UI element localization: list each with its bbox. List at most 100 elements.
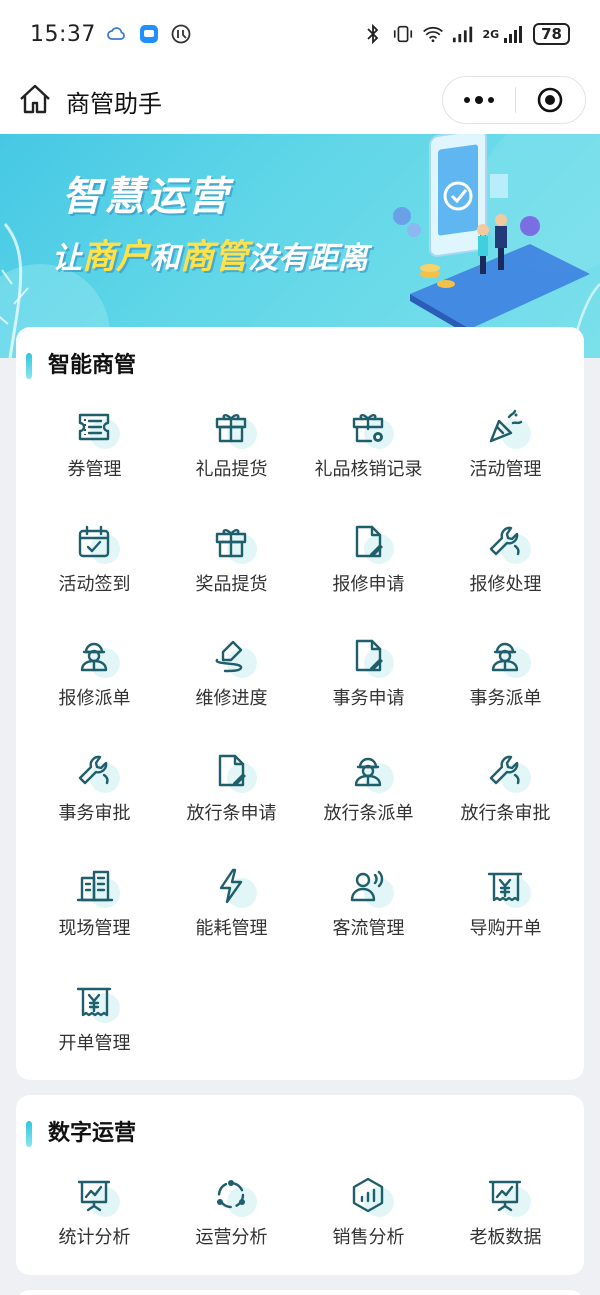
person-voice-icon — [348, 866, 394, 910]
message-app-icon — [138, 23, 160, 45]
function-tile-label: 事务申请 — [332, 688, 405, 710]
function-tile[interactable]: 活动管理 — [437, 399, 574, 509]
promo-banner[interactable]: 智慧运营 让商户和商管没有距离 — [0, 134, 600, 358]
banner-slogan: 让商户和商管没有距离 — [52, 229, 368, 278]
function-tile-label: 活动签到 — [58, 573, 131, 595]
close-mini-program-button[interactable] — [516, 77, 586, 123]
mini-program-capsule — [442, 76, 586, 124]
section-title: 智能商管 — [48, 353, 137, 378]
function-tile-label: 放行条申请 — [186, 803, 277, 825]
function-tile[interactable]: 维修进度 — [163, 628, 300, 738]
function-tile-label: 客流管理 — [332, 917, 405, 939]
function-tile-label: 事务审批 — [58, 803, 131, 825]
section-accent-bar — [26, 353, 32, 379]
function-tile-label: 报修处理 — [469, 573, 542, 595]
function-tile[interactable]: 报修处理 — [437, 514, 574, 624]
function-tile[interactable]: 运营分析 — [163, 1167, 300, 1277]
banner-slogan-highlight: 商户 — [82, 237, 150, 277]
more-dot-icon — [463, 97, 470, 103]
function-tile[interactable]: 报修申请 — [300, 514, 437, 624]
digital-operations-card: 数字运营 统计分析 运营分析 销售分析 老板数据 — [16, 1095, 584, 1275]
function-tile-label: 事务派单 — [469, 688, 542, 710]
coupon-icon — [74, 407, 120, 451]
function-tile-label: 放行条审批 — [460, 803, 551, 825]
function-tile[interactable]: 统计分析 — [26, 1167, 163, 1277]
worker-icon — [348, 751, 394, 795]
function-tile[interactable]: 事务派单 — [437, 628, 574, 738]
banner-slogan-part: 没有距离 — [248, 241, 368, 276]
function-tile[interactable]: 活动签到 — [26, 514, 163, 624]
function-tile[interactable]: 放行条申请 — [163, 743, 300, 853]
phone-illustration — [393, 134, 590, 336]
home-icon[interactable] — [18, 82, 52, 116]
function-tile-label: 奖品提货 — [195, 573, 268, 595]
banner-slogan-part: 和 — [150, 241, 180, 276]
signal-icon — [452, 23, 474, 45]
document-edit-icon — [348, 636, 394, 680]
document-edit-icon — [211, 751, 257, 795]
function-tile-label: 放行条派单 — [323, 803, 414, 825]
function-tile-label: 老板数据 — [469, 1227, 542, 1248]
status-time: 15:37 — [30, 21, 96, 47]
function-tile[interactable]: 放行条审批 — [437, 743, 574, 853]
more-button[interactable] — [443, 77, 515, 123]
wrench-icon — [485, 751, 531, 795]
banner-slogan-highlight: 商管 — [180, 237, 248, 277]
lightning-icon — [211, 866, 257, 910]
party-popper-icon — [485, 407, 531, 451]
worker-icon — [74, 636, 120, 680]
signal-2-icon — [503, 23, 525, 45]
gift-icon — [211, 522, 257, 566]
presentation-chart-icon — [74, 1175, 120, 1219]
function-tile[interactable]: 礼品提货 — [163, 399, 300, 509]
function-tile[interactable]: 事务申请 — [300, 628, 437, 738]
function-tile-label: 运营分析 — [195, 1227, 268, 1248]
worker-icon — [485, 636, 531, 680]
function-tile-label: 销售分析 — [332, 1227, 405, 1248]
cloud-sync-icon — [106, 23, 128, 45]
gift-settings-icon — [348, 407, 394, 451]
function-tile-label: 能耗管理 — [195, 917, 268, 939]
calendar-check-icon — [74, 522, 120, 566]
function-tile[interactable]: 放行条派单 — [300, 743, 437, 853]
smart-management-card: 智能商管 券管理 礼品提货 礼品核销记录 活动管理活动签到 奖品提货 报修申请 报修处理报修… — [16, 327, 584, 1080]
network-type-label: 2G — [482, 27, 500, 41]
wifi-icon — [422, 23, 444, 45]
function-tile-label: 导购开单 — [469, 917, 542, 939]
function-tile[interactable]: 老板数据 — [437, 1167, 574, 1277]
wrench-icon — [74, 751, 120, 795]
gift-icon — [211, 407, 257, 451]
function-tile[interactable]: 报修派单 — [26, 628, 163, 738]
banner-headline: 智慧运营 — [62, 174, 230, 220]
target-circle-icon — [537, 87, 563, 113]
battery-indicator: 78 — [533, 23, 570, 45]
function-tile-label: 开单管理 — [58, 1032, 131, 1054]
cycle-icon — [211, 1175, 257, 1219]
function-tile-label: 报修派单 — [58, 688, 131, 710]
building-icon — [74, 866, 120, 910]
function-tile[interactable]: 导购开单 — [437, 858, 574, 968]
receipt-yen-icon — [74, 981, 120, 1025]
status-bar: 15:37 2G 78 — [0, 0, 600, 68]
function-tile-label: 礼品核销记录 — [314, 459, 423, 480]
app-badge-icon — [170, 23, 192, 45]
function-tile[interactable]: 礼品核销记录 — [300, 399, 437, 509]
function-tile[interactable]: 能耗管理 — [163, 858, 300, 968]
banner-slogan-part: 让 — [52, 241, 82, 276]
bluetooth-icon — [362, 23, 384, 45]
function-tile-label: 维修进度 — [195, 688, 268, 710]
hexagon-chart-icon — [348, 1175, 394, 1219]
function-tile[interactable]: 事务审批 — [26, 743, 163, 853]
vibrate-icon — [392, 23, 414, 45]
next-section-card — [16, 1290, 584, 1295]
function-tile[interactable]: 开单管理 — [26, 973, 163, 1083]
more-dot-icon — [474, 96, 483, 104]
document-edit-icon — [348, 522, 394, 566]
function-tile[interactable]: 现场管理 — [26, 858, 163, 968]
function-tile-label: 报修申请 — [332, 573, 405, 595]
function-tile[interactable]: 销售分析 — [300, 1167, 437, 1277]
function-tile[interactable]: 奖品提货 — [163, 514, 300, 624]
function-tile-label: 礼品提货 — [195, 459, 268, 480]
function-tile[interactable]: 客流管理 — [300, 858, 437, 968]
function-tile[interactable]: 券管理 — [26, 399, 163, 509]
